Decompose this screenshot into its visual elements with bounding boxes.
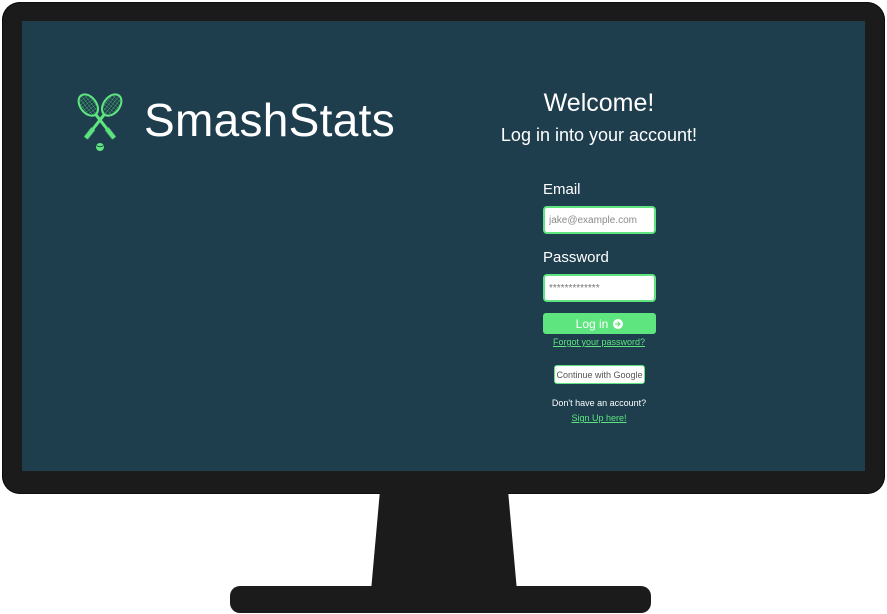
password-label: Password [543, 249, 609, 266]
login-subtitle: Log in into your account! [500, 125, 698, 145]
crossed-tennis-rackets-icon [77, 93, 123, 151]
welcome-title: Welcome! [543, 89, 655, 117]
no-account-text: Don't have an account? [551, 398, 647, 408]
monitor-mockup: SmashStats Welcome! Log in into your acc… [0, 0, 887, 614]
monitor-stand-neck [371, 493, 517, 591]
arrow-right-circle-icon [613, 318, 624, 329]
login-button-label: Log in [575, 316, 609, 331]
password-input[interactable] [543, 274, 656, 302]
login-button[interactable]: Log in [543, 313, 656, 334]
continue-with-google-button[interactable]: Continue with Google [554, 365, 645, 384]
email-label: Email [543, 181, 581, 198]
signup-link[interactable]: Sign Up here! [449, 413, 749, 423]
forgot-password-link[interactable]: Forgot your password? [449, 337, 749, 347]
brand: SmashStats [70, 87, 395, 153]
brand-name: SmashStats [144, 94, 395, 146]
email-input[interactable] [543, 206, 656, 234]
monitor-stand-base [230, 586, 651, 613]
monitor-screen: SmashStats Welcome! Log in into your acc… [22, 21, 865, 471]
